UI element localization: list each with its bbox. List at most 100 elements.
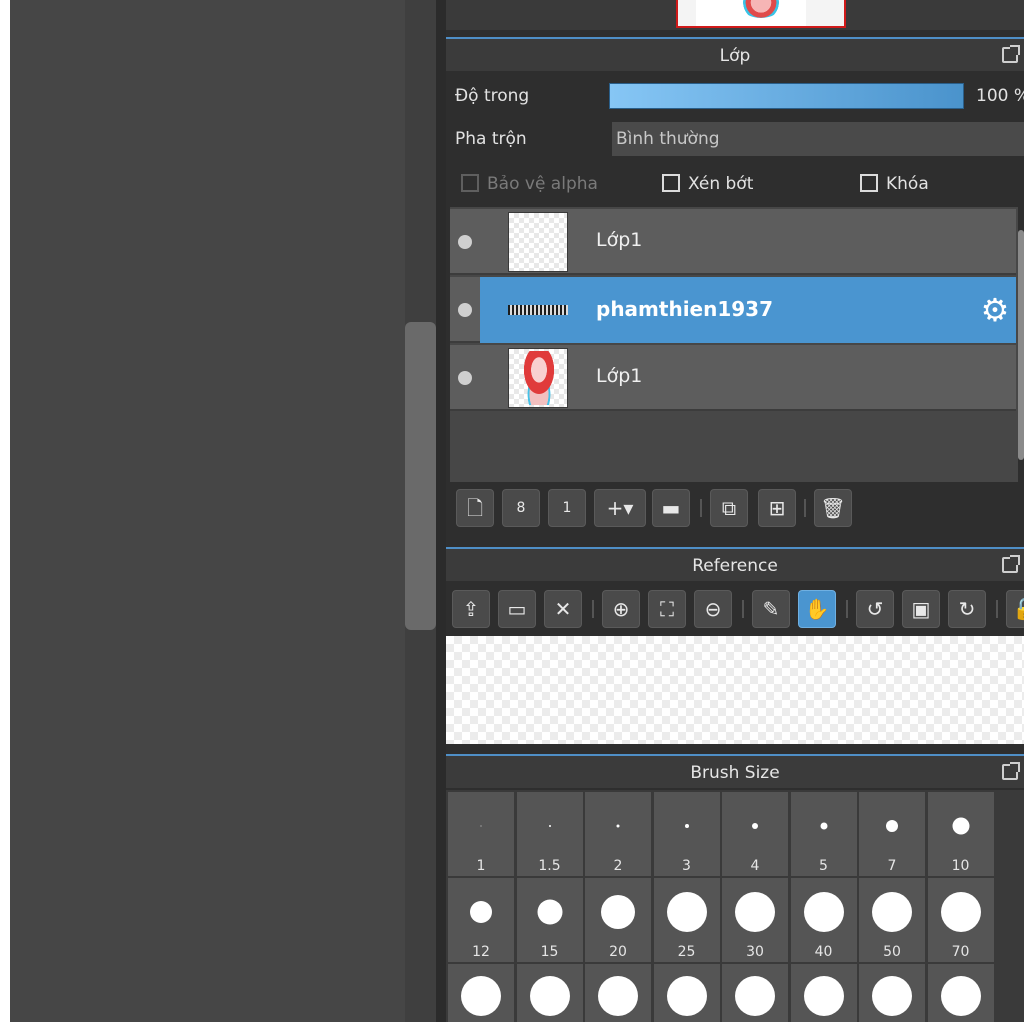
brush-size-cell[interactable]: 2 (585, 792, 651, 876)
brush-size-label: 7 (887, 858, 897, 874)
eyedropper-icon[interactable]: ✎ (752, 590, 790, 628)
visibility-icon[interactable] (458, 371, 472, 385)
brush-size-label: 2 (613, 858, 623, 874)
opacity-value: 100 % (976, 86, 1024, 106)
upload-icon[interactable]: ⇪ (452, 590, 490, 628)
brush-size-cell[interactable] (722, 964, 788, 1022)
brush-size-cell[interactable]: 7 (859, 792, 925, 876)
brush-size-cell[interactable]: 1 (448, 792, 514, 876)
rotate-left-icon[interactable]: ↺ (856, 590, 894, 628)
clipping-checkbox[interactable]: Xén bớt (662, 174, 753, 196)
brush-size-cell[interactable] (448, 964, 514, 1022)
brush-size-cell[interactable]: 70 (927, 878, 994, 962)
brush-size-label: 50 (883, 944, 901, 960)
brush-dot-icon (872, 892, 912, 932)
layer-row-selected[interactable]: phamthien1937 ⚙ (450, 277, 1016, 343)
brush-dot-icon (529, 976, 570, 1016)
brush-size-cell[interactable] (790, 964, 857, 1022)
brush-size-cell[interactable]: 5 (790, 792, 857, 876)
layer-row[interactable]: Lớp1 (450, 209, 1016, 275)
merge-icon[interactable]: ⊞ (758, 489, 796, 527)
trash-icon[interactable]: 🗑 (814, 489, 852, 527)
lock-label: Khóa (886, 174, 929, 194)
brush-size-cell[interactable] (516, 964, 583, 1022)
brush-size-panel-header: Brush Size (446, 754, 1024, 788)
layer-toolbar: 🗋 8 1 +▾ ▬ ⧉ ⊞ 🗑 (446, 482, 1024, 534)
canvas-area[interactable] (10, 0, 405, 1022)
new-layer-icon[interactable]: 🗋 (456, 489, 494, 527)
layer-panel-header: Lớp (446, 37, 1024, 71)
layer-properties: Độ trong 100 % Pha trộn Bình thường Bảo … (446, 72, 1024, 207)
zoom-in-icon[interactable]: ⊕ (602, 590, 640, 628)
opacity-slider[interactable] (609, 83, 964, 109)
brush-size-label: 20 (609, 944, 627, 960)
brush-size-cell[interactable]: 40 (790, 878, 857, 962)
navigator-preview[interactable] (676, 0, 846, 28)
fit-icon[interactable]: ⛶ (648, 590, 686, 628)
layer-name: Lớp1 (596, 365, 643, 387)
brush-size-cell[interactable]: 30 (722, 878, 788, 962)
reference-canvas[interactable] (446, 636, 1024, 744)
layer-row[interactable]: Lớp1 (450, 345, 1016, 411)
brush-size-cell[interactable]: 25 (653, 878, 720, 962)
brush-size-cell[interactable] (927, 964, 994, 1022)
visibility-icon[interactable] (458, 303, 472, 317)
add-layer-menu-icon[interactable]: +▾ (594, 489, 646, 527)
open-folder-icon[interactable]: ▭ (498, 590, 536, 628)
brush-dot-icon (735, 892, 775, 932)
brush-size-label: 70 (951, 944, 970, 960)
brush-size-cell[interactable]: 4 (722, 792, 788, 876)
brush-dot-icon (461, 976, 501, 1016)
brush-size-cell[interactable]: 12 (448, 878, 514, 962)
brush-size-cell[interactable]: 50 (859, 878, 925, 962)
brush-size-cell[interactable] (585, 964, 651, 1022)
brush-dot-icon (666, 976, 707, 1016)
panel-divider[interactable] (436, 0, 446, 1022)
brush-size-cell[interactable] (653, 964, 720, 1022)
brush-size-cell[interactable]: 3 (653, 792, 720, 876)
zoom-out-icon[interactable]: ⊖ (694, 590, 732, 628)
layer-list-scrollbar[interactable] (1018, 230, 1024, 460)
popout-icon[interactable] (1002, 762, 1020, 780)
brush-size-cell[interactable]: 15 (516, 878, 583, 962)
actual-size-icon[interactable]: ▣ (902, 590, 940, 628)
brush-size-label: 1 (476, 858, 486, 874)
brush-size-cell[interactable]: 10 (927, 792, 994, 876)
toolbar-separator (742, 600, 744, 618)
navigator-strip (446, 0, 1024, 30)
toolbar-separator (996, 600, 998, 618)
layer-name: phamthien1937 (596, 297, 774, 321)
brush-size-label: 4 (750, 858, 760, 874)
gear-icon[interactable]: ⚙ (978, 293, 1012, 327)
blend-mode-select[interactable]: Bình thường (612, 122, 1024, 156)
toolbar-separator (592, 600, 594, 618)
protect-alpha-label: Bảo vệ alpha (487, 174, 598, 194)
lock-icon[interactable]: 🔓 (1006, 590, 1024, 628)
brush-size-cell[interactable] (859, 964, 925, 1022)
canvas-scrollbar-thumb[interactable] (405, 322, 436, 630)
popout-icon[interactable] (1002, 45, 1020, 63)
brush-size-cell[interactable]: 1.5 (516, 792, 583, 876)
hand-icon[interactable]: ✋ (798, 590, 836, 628)
rotate-right-icon[interactable]: ↻ (948, 590, 986, 628)
lock-checkbox[interactable]: Khóa (860, 174, 929, 196)
layer-thumbnail (508, 348, 568, 408)
popout-icon[interactable] (1002, 555, 1020, 573)
character-figure (517, 351, 561, 405)
new-1bit-layer-icon[interactable]: 1 (548, 489, 586, 527)
reference-panel-title: Reference (692, 556, 778, 576)
brush-size-label: 40 (814, 944, 833, 960)
new-8bit-layer-icon[interactable]: 8 (502, 489, 540, 527)
brush-size-cell[interactable]: 20 (585, 878, 651, 962)
brush-dot-icon (752, 823, 758, 829)
folder-icon[interactable]: ▬ (652, 489, 690, 527)
reference-panel-header: Reference (446, 547, 1024, 581)
visibility-icon[interactable] (458, 235, 472, 249)
protect-alpha-checkbox[interactable]: Bảo vệ alpha (461, 174, 598, 196)
reference-toolbar: ⇪ ▭ ✕ ⊕ ⛶ ⊖ ✎ ✋ ↺ ▣ ↻ 🔓 (446, 583, 1024, 635)
close-icon[interactable]: ✕ (544, 590, 582, 628)
brush-dot-icon (940, 892, 981, 932)
brush-size-label: 5 (819, 858, 828, 874)
duplicate-icon[interactable]: ⧉ (710, 489, 748, 527)
brush-size-label: 30 (746, 944, 764, 960)
